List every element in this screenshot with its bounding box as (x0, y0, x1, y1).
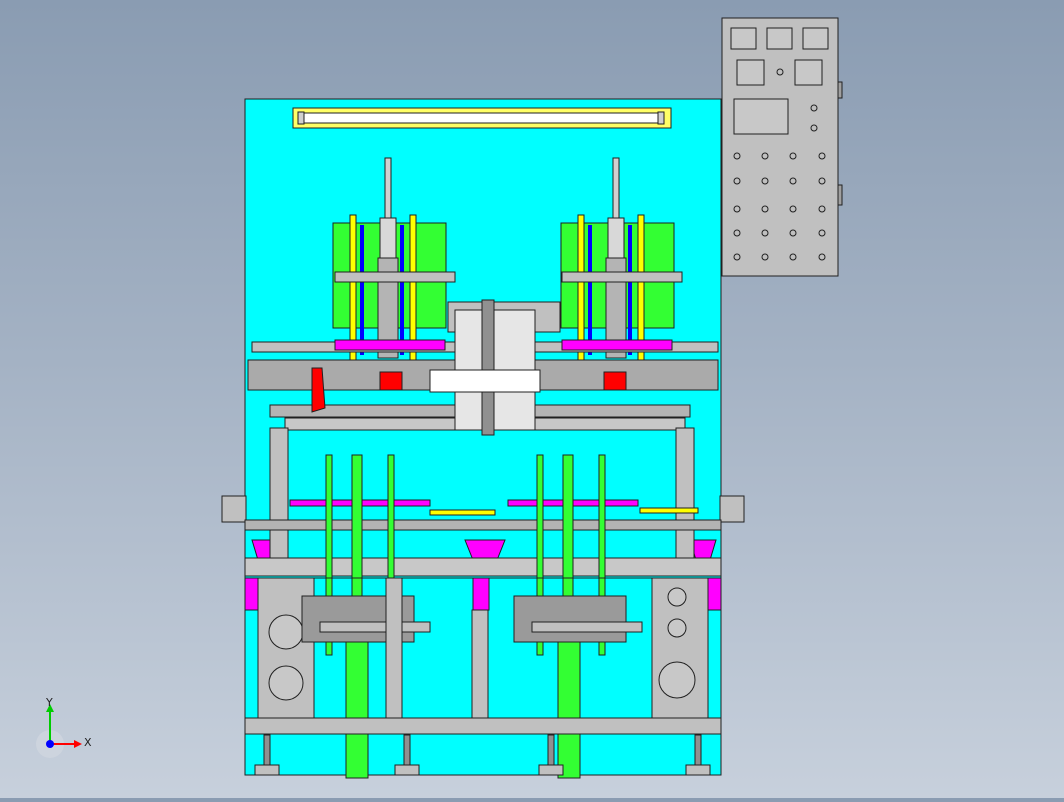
x-axis-label: X (84, 736, 92, 749)
y-axis-label: Y (46, 696, 53, 709)
cad-viewport[interactable]: Y X (0, 0, 1064, 798)
machine-assembly-drawing[interactable] (0, 0, 1064, 798)
z-axis-dot (46, 740, 54, 748)
control-panel (721, 17, 843, 277)
top-lamp (292, 107, 672, 129)
coordinate-triad: Y X (36, 696, 106, 760)
